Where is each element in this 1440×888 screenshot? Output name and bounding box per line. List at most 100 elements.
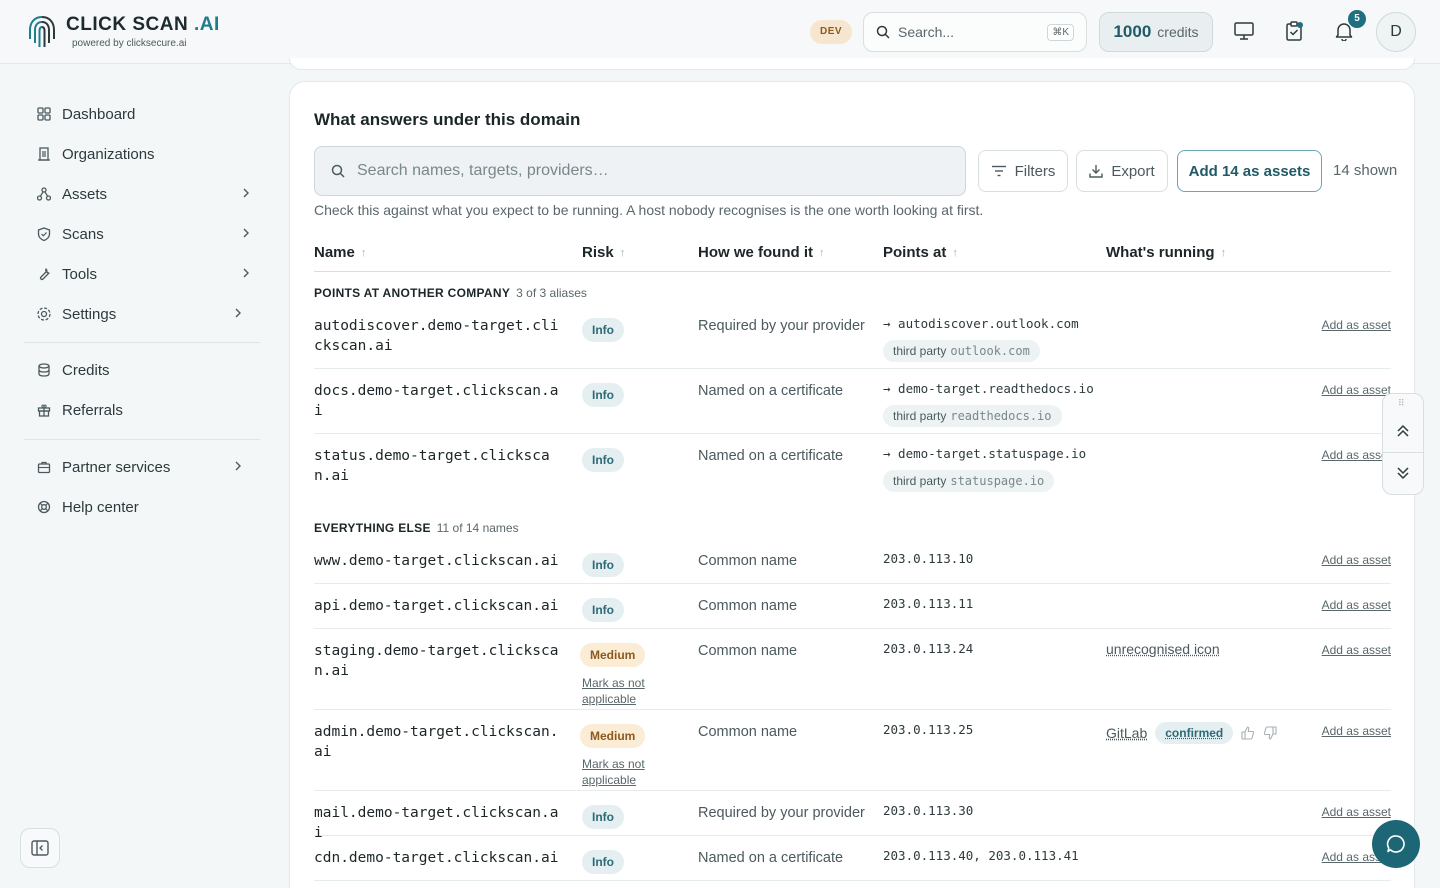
subdomain-search-input[interactable]: Search names, targets, providers… <box>314 146 966 196</box>
sort-arrow-icon: ↑ <box>620 247 626 259</box>
credits-button[interactable]: 1000 credits <box>1099 12 1213 52</box>
table-row[interactable]: status.demo-target.clickscan.ai Info Nam… <box>314 434 1391 499</box>
table-row[interactable]: autodiscover.demo-target.clickscan.ai In… <box>314 304 1391 369</box>
collapse-sidebar-button[interactable] <box>20 828 60 868</box>
thumbs-down-icon[interactable] <box>1263 726 1277 740</box>
how-found: Common name <box>698 724 797 740</box>
search-icon <box>876 25 890 39</box>
briefcase-icon <box>36 459 52 475</box>
search-icon <box>331 164 345 178</box>
add-as-asset-link[interactable]: Add as asset <box>1322 805 1391 819</box>
logo[interactable]: CLICK SCAN .AI powered by clicksecure.ai <box>28 14 220 49</box>
sidebar-item-dashboard[interactable]: Dashboard <box>24 96 260 132</box>
table-row[interactable]: admin.demo-target.clickscan.ai Medium Ma… <box>314 710 1391 791</box>
risk-badge: Medium <box>580 724 645 748</box>
add-as-asset-link[interactable]: Add as asset <box>1322 724 1391 738</box>
add-as-asset-link[interactable]: Add as asset <box>1322 553 1391 567</box>
how-found: Common name <box>698 553 797 569</box>
group-title: EVERYTHING ELSE <box>314 521 431 535</box>
group-title: POINTS AT ANOTHER COMPANY <box>314 286 510 300</box>
hostname: api.demo-target.clickscan.ai <box>314 596 564 616</box>
chat-button[interactable] <box>1372 820 1420 868</box>
monitor-icon[interactable] <box>1233 20 1255 42</box>
third-party-tag: third party outlook.com <box>883 340 1040 362</box>
sidebar-item-help-center[interactable]: Help center <box>24 489 260 525</box>
add-as-asset-link[interactable]: Add as asset <box>1322 643 1391 657</box>
filters-label: Filters <box>1015 163 1056 180</box>
notification-count-badge: 5 <box>1348 10 1366 28</box>
risk-badge: Info <box>582 383 624 407</box>
column-how-label: How we found it <box>698 244 813 261</box>
column-points-at[interactable]: Points at ↑ <box>883 244 958 261</box>
whats-running: GitLab confirmed <box>1106 722 1277 744</box>
column-name[interactable]: Name ↑ <box>314 244 366 261</box>
grid-icon <box>36 106 52 122</box>
group-heading: EVERYTHING ELSE 11 of 14 names <box>314 521 519 535</box>
sort-arrow-icon: ↑ <box>361 247 367 259</box>
column-risk-label: Risk <box>582 244 614 261</box>
group-count: 11 of 14 names <box>437 521 519 535</box>
column-how-found[interactable]: How we found it ↑ <box>698 244 824 261</box>
running-tech: unrecognised icon <box>1106 641 1220 657</box>
sidebar-item-assets[interactable]: Assets <box>24 176 260 212</box>
table-row[interactable]: staging.demo-target.clickscan.ai Medium … <box>314 629 1391 710</box>
column-whats-running[interactable]: What's running ↑ <box>1106 244 1226 261</box>
clipboard-check-icon[interactable] <box>1283 20 1305 42</box>
add-as-asset-link[interactable]: Add as asset <box>1322 383 1391 397</box>
risk-badge: Info <box>582 805 624 829</box>
section-title: What answers under this domain <box>314 110 580 130</box>
lifebuoy-icon <box>36 499 52 515</box>
scroll-to-bottom-icon[interactable] <box>1394 464 1412 482</box>
scroll-controls: ⠿ <box>1382 393 1424 495</box>
table-row[interactable]: mail.demo-target.clickscan.ai Info Requi… <box>314 791 1391 836</box>
how-found: Required by your provider <box>698 805 865 821</box>
mark-not-applicable-link[interactable]: Mark as not applicable <box>582 756 662 788</box>
scroll-to-top-icon[interactable] <box>1394 422 1412 440</box>
add-all-as-assets-button[interactable]: Add 14 as assets <box>1177 150 1322 192</box>
how-found: Common name <box>698 598 797 614</box>
confirmed-badge: confirmed <box>1155 722 1233 744</box>
add-as-asset-link[interactable]: Add as asset <box>1322 318 1391 332</box>
third-party-domain: readthedocs.io <box>950 409 1051 423</box>
column-points-label: Points at <box>883 244 946 261</box>
sidebar-item-scans[interactable]: Scans <box>24 216 260 252</box>
sidebar-item-partner-services[interactable]: Partner services <box>24 449 252 485</box>
chevron-right-icon <box>240 187 252 199</box>
running-tech[interactable]: GitLab <box>1106 725 1147 741</box>
table-row[interactable]: www.demo-target.clickscan.ai Info Common… <box>314 539 1391 584</box>
sidebar-item-referrals[interactable]: Referrals <box>24 392 260 428</box>
sidebar-item-organizations[interactable]: Organizations <box>24 136 260 172</box>
building-icon <box>36 146 52 162</box>
sidebar-item-credits[interactable]: Credits <box>24 352 260 388</box>
drag-handle-icon[interactable]: ⠿ <box>1398 398 1405 409</box>
table-header: Name ↑ Risk ↑ How we found it ↑ Points at ↑ … <box>314 238 1391 272</box>
export-button[interactable]: Export <box>1076 150 1168 192</box>
table-row[interactable]: api.demo-target.clickscan.ai Info Common… <box>314 584 1391 629</box>
filters-button[interactable]: Filters <box>978 150 1068 192</box>
sort-arrow-icon: ↑ <box>1221 247 1227 259</box>
app-title-accent: .AI <box>194 14 220 35</box>
add-as-asset-link[interactable]: Add as asset <box>1322 448 1391 462</box>
sidebar-item-label: Help center <box>62 499 139 516</box>
risk-badge: Info <box>582 553 624 577</box>
sidebar-item-label: Scans <box>62 226 104 243</box>
sidebar-item-settings[interactable]: Settings <box>24 296 252 332</box>
add-as-asset-link[interactable]: Add as asset <box>1322 598 1391 612</box>
points-at: 203.0.113.30 <box>883 803 973 818</box>
sidebar-divider <box>24 342 260 343</box>
points-at: → demo-target.readthedocs.io <box>883 381 1094 396</box>
table-row[interactable]: docs.demo-target.clickscan.ai Info Named… <box>314 369 1391 434</box>
column-risk[interactable]: Risk ↑ <box>582 244 625 261</box>
how-found: Named on a certificate <box>698 448 843 464</box>
group-heading: POINTS AT ANOTHER COMPANY 3 of 3 aliases <box>314 286 587 300</box>
thumbs-up-icon[interactable] <box>1241 726 1255 740</box>
mark-not-applicable-link[interactable]: Mark as not applicable <box>582 675 662 707</box>
whats-running[interactable]: unrecognised icon <box>1106 641 1220 657</box>
sidebar-item-tools[interactable]: Tools <box>24 256 260 292</box>
table-row[interactable]: cdn.demo-target.clickscan.ai Info Named … <box>314 836 1391 881</box>
avatar[interactable]: D <box>1376 12 1416 52</box>
column-running-label: What's running <box>1106 244 1215 261</box>
how-found: Common name <box>698 643 797 659</box>
hostname: www.demo-target.clickscan.ai <box>314 551 564 571</box>
global-search[interactable]: Search... ⌘K <box>863 12 1087 52</box>
